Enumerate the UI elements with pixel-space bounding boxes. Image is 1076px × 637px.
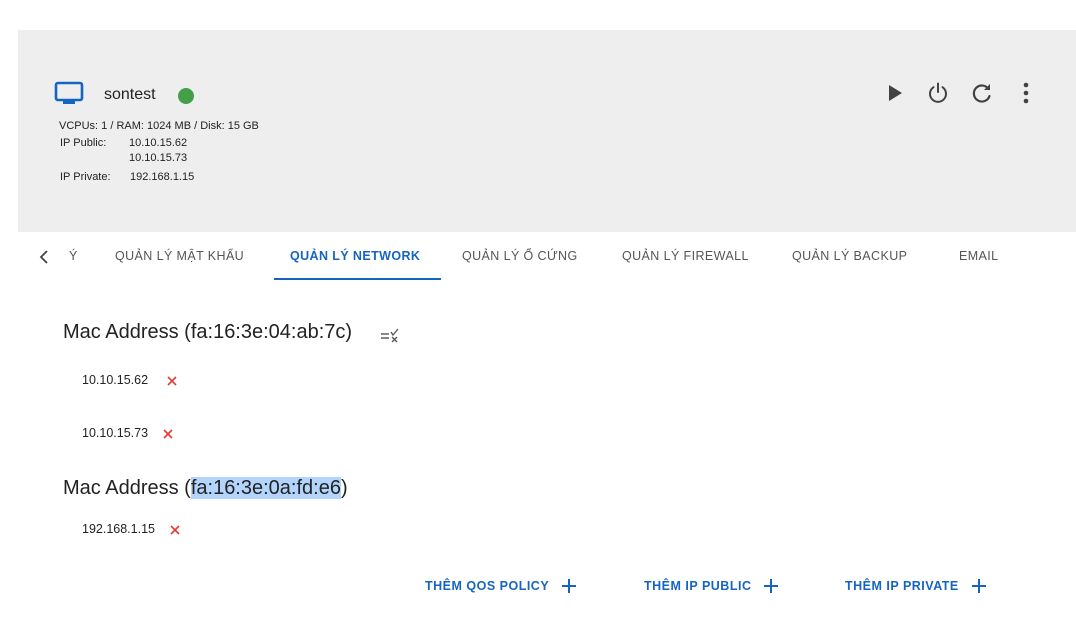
- power-icon: [929, 82, 947, 103]
- delete-icon[interactable]: [168, 523, 182, 537]
- tab-email[interactable]: EMAIL: [959, 232, 999, 280]
- plus-icon: [764, 579, 779, 593]
- tab-network[interactable]: QUẢN LÝ NETWORK: [290, 232, 420, 280]
- start-button[interactable]: [882, 80, 908, 106]
- status-indicator: [178, 88, 194, 104]
- power-button[interactable]: [925, 80, 951, 106]
- ip-address-item: 10.10.15.62: [82, 373, 149, 387]
- more-options-button[interactable]: [1013, 80, 1039, 106]
- tab-partial[interactable]: Ý: [69, 232, 78, 280]
- vm-card: sontest VCPUs: 1 / RAM: 1024 MB / Disk: …: [18, 30, 1076, 637]
- tab-firewall[interactable]: QUẢN LÝ FIREWALL: [622, 232, 749, 280]
- tab-password[interactable]: QUẢN LÝ MẬT KHẨU: [115, 232, 244, 280]
- play-icon: [889, 85, 902, 101]
- ip-private-label: IP Private:: [60, 171, 111, 183]
- add-qos-policy-button[interactable]: THÊM QOS POLICY: [425, 566, 577, 606]
- delete-icon[interactable]: [161, 427, 175, 441]
- vm-specs: VCPUs: 1 / RAM: 1024 MB / Disk: 15 GB: [59, 120, 259, 132]
- mac-address-title: Mac Address (fa:16:3e:0a:fd:e6): [63, 477, 348, 499]
- chevron-left-icon[interactable]: [36, 246, 52, 268]
- restart-button[interactable]: [969, 80, 995, 106]
- tab-bar: Ý QUẢN LÝ MẬT KHẨU QUẢN LÝ NETWORK QUẢN …: [18, 232, 1076, 282]
- add-ip-public-button[interactable]: THÊM IP PUBLIC: [644, 566, 779, 606]
- tab-backup[interactable]: QUẢN LÝ BACKUP: [792, 232, 907, 280]
- monitor-icon: [54, 81, 84, 104]
- delete-icon[interactable]: [165, 374, 179, 388]
- mac-address-value: fa:16:3e:0a:fd:e6: [190, 477, 341, 499]
- ip-public-value: 10.10.15.73: [129, 152, 188, 164]
- mac-address-value: fa:16:3e:04:ab:7c: [190, 321, 346, 343]
- tab-disk[interactable]: QUẢN LÝ Ổ CỨNG: [462, 232, 578, 280]
- ip-public-value: 10.10.15.62: [129, 137, 188, 149]
- more-vert-icon: [1023, 82, 1029, 104]
- mac-address-title: Mac Address (fa:16:3e:04:ab:7c): [63, 321, 353, 343]
- refresh-icon: [972, 84, 991, 103]
- vm-name: sontest: [104, 86, 156, 103]
- add-ip-private-button[interactable]: THÊM IP PRIVATE: [845, 566, 987, 606]
- active-tab-indicator: [274, 278, 441, 280]
- ip-address-item: 10.10.15.73: [82, 426, 149, 440]
- vm-header: sontest VCPUs: 1 / RAM: 1024 MB / Disk: …: [18, 30, 1076, 232]
- plus-icon: [971, 579, 986, 593]
- ip-address-item: 192.168.1.15: [82, 522, 155, 536]
- ip-private-value: 192.168.1.15: [130, 171, 195, 183]
- plus-icon: [562, 579, 577, 593]
- filter-clear-icon[interactable]: [379, 327, 401, 345]
- ip-public-label: IP Public:: [60, 137, 107, 149]
